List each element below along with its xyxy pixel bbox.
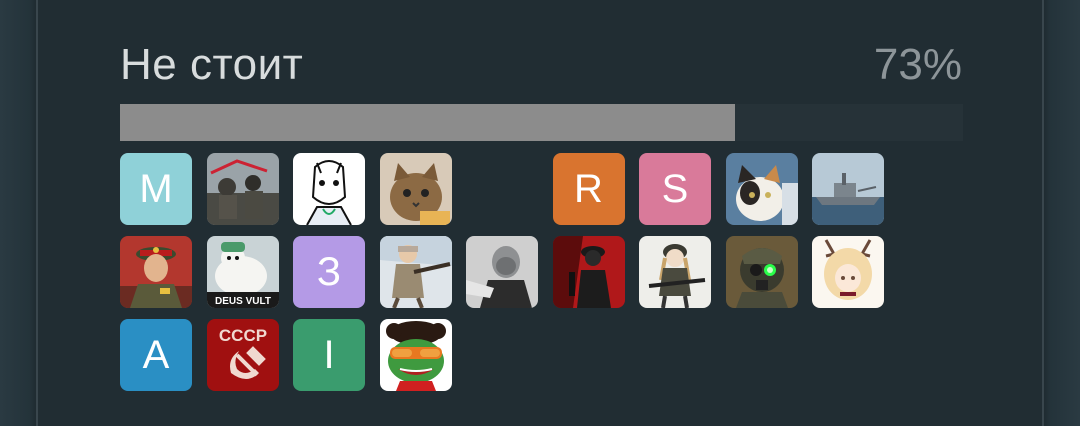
voter-avatar-letter[interactable]: S <box>639 153 711 225</box>
avatar-initial: M <box>139 166 173 211</box>
cat-photo-icon[interactable] <box>379 153 452 225</box>
svg-text:СССР: СССР <box>218 326 266 345</box>
voter-avatar-letter[interactable]: M <box>120 153 192 225</box>
poll-result-bar <box>120 104 963 141</box>
voter-avatar-letter[interactable]: R <box>552 153 625 225</box>
winter-soldier-icon[interactable] <box>379 236 452 308</box>
warship-icon[interactable] <box>812 153 884 225</box>
soviet-officer-icon[interactable] <box>120 236 192 308</box>
polar-bear-deus-vult-icon[interactable]: DEUS VULT <box>206 236 279 308</box>
cccp-icon[interactable]: СССР <box>206 319 279 391</box>
avatar-initial: R <box>574 166 603 211</box>
avatar-initial: З <box>316 249 342 294</box>
poll-result-bar-fill <box>120 104 736 141</box>
voter-avatar-letter[interactable]: A <box>120 319 192 391</box>
soldiers-photo-icon[interactable] <box>206 153 279 225</box>
poll-option-percent: 73% <box>873 40 962 89</box>
poll-option-label: Не стоит <box>120 40 304 89</box>
avatar-initial: S <box>661 166 689 211</box>
svg-text:DEUS VULT: DEUS VULT <box>215 296 271 307</box>
calico-cat-icon[interactable] <box>725 153 798 225</box>
horse-doctor-icon[interactable] <box>293 153 365 225</box>
bald-character-icon[interactable] <box>466 236 538 308</box>
red-soldier-icon[interactable] <box>552 236 625 308</box>
pepe-sunglasses-icon[interactable] <box>379 319 452 391</box>
anime-soldier-girl-icon[interactable] <box>639 236 711 308</box>
avatar-initial: I <box>323 332 335 377</box>
voter-avatar-letter[interactable]: З <box>293 236 365 308</box>
avatar-initial: A <box>142 332 170 377</box>
voter-avatar-letter[interactable]: I <box>293 319 365 391</box>
anime-antler-girl-icon[interactable] <box>812 236 884 308</box>
gasmask-soldier-icon[interactable] <box>725 236 798 308</box>
